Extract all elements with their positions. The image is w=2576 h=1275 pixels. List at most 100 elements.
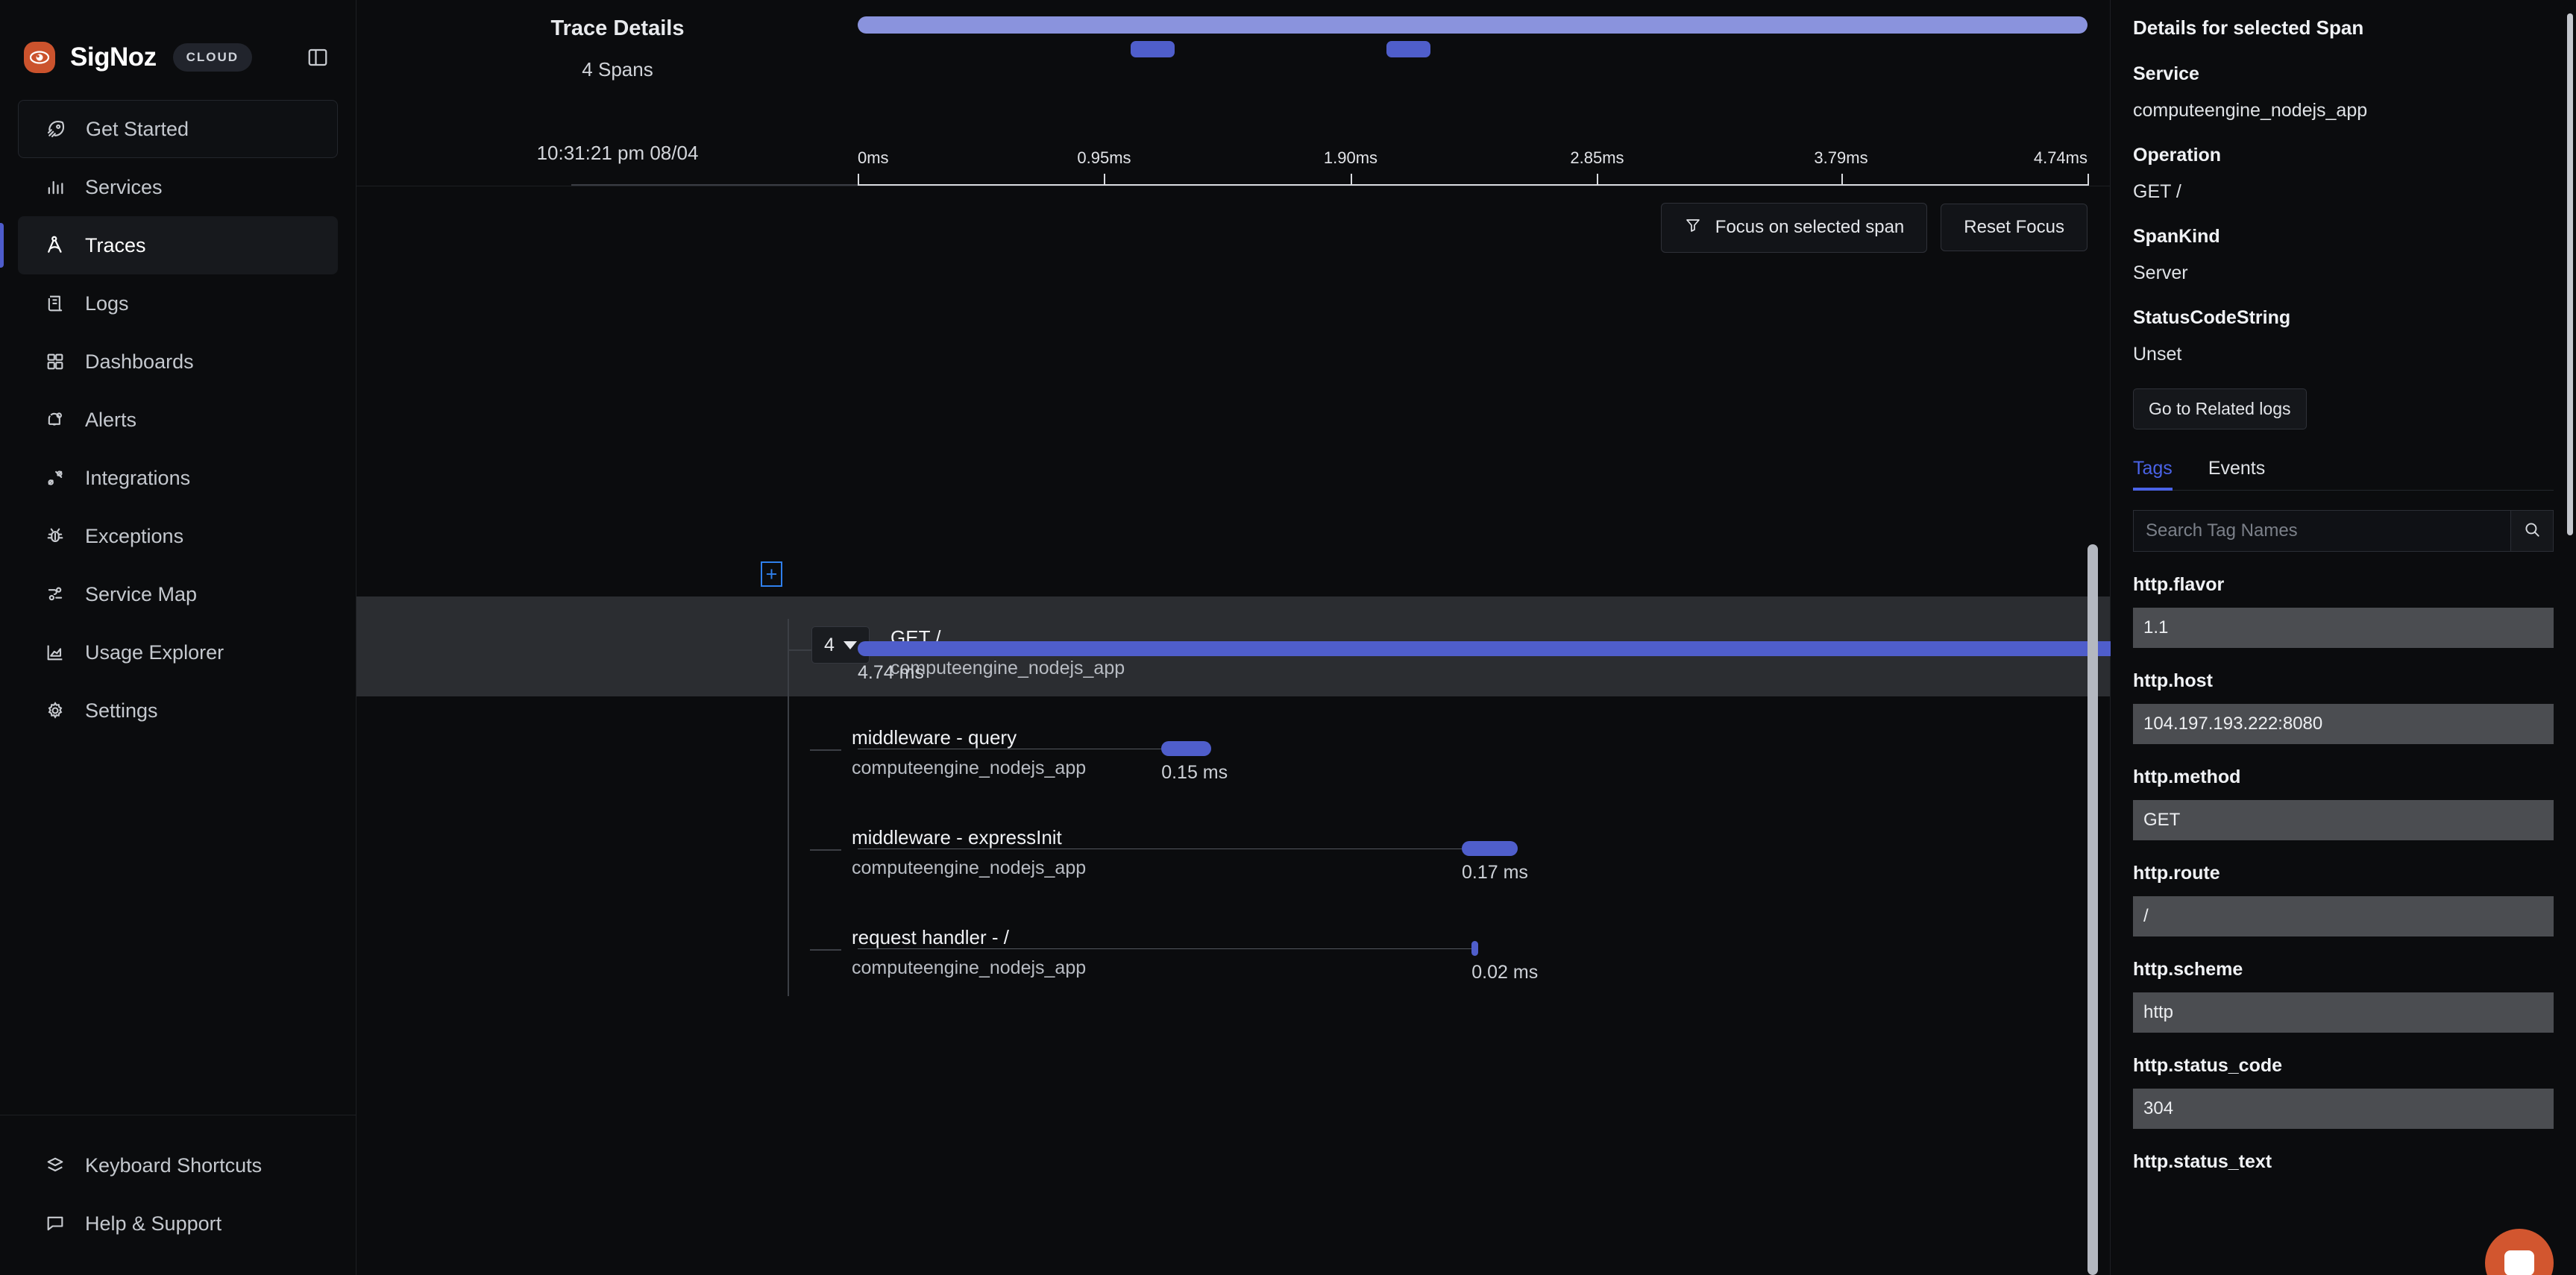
scroll-icon [42, 290, 69, 317]
tag-value: http [2133, 992, 2554, 1033]
sidebar-item-keyboard-shortcuts[interactable]: Keyboard Shortcuts [18, 1136, 338, 1194]
minimap-child-bar [1386, 41, 1431, 57]
span-row[interactable]: request handler - / computeengine_nodejs_… [356, 896, 2110, 996]
sidebar-item-alerts[interactable]: Alerts [18, 391, 338, 449]
trace-minimap[interactable] [858, 16, 2087, 76]
span-name: middleware - expressInit [852, 826, 1062, 849]
sidebar-item-integrations[interactable]: Integrations [18, 449, 338, 507]
tag-item: http.host 104.197.193.222:8080 [2133, 670, 2554, 744]
tag-item: http.scheme http [2133, 959, 2554, 1033]
span-row[interactable]: middleware - query computeengine_nodejs_a… [356, 696, 2110, 796]
ruler-tick-label: 1.90ms [1323, 148, 1378, 167]
sidebar-item-dashboards[interactable]: Dashboards [18, 333, 338, 391]
ruler-tick-mark [1104, 174, 1106, 186]
sidebar-item-label: Service Map [85, 582, 198, 605]
details-field-operation: Operation GET / [2133, 145, 2554, 203]
chat-icon [42, 1210, 69, 1237]
rocket-icon [43, 116, 69, 142]
filter-icon [1684, 216, 1702, 239]
ruler-tick-mark [2087, 174, 2089, 186]
sidebar-item-usage-explorer[interactable]: Usage Explorer [18, 623, 338, 681]
field-label: Operation [2133, 145, 2222, 166]
expand-all-button[interactable]: + [761, 561, 782, 587]
reset-button-label: Reset Focus [1964, 217, 2064, 237]
sidebar-item-get-started[interactable]: Get Started [18, 100, 338, 158]
sidebar-item-settings[interactable]: Settings [18, 681, 338, 740]
panel-collapse-icon[interactable] [304, 43, 332, 72]
cloud-badge: CLOUD [172, 43, 253, 72]
span-count: 4 Spans [582, 58, 653, 81]
search-tag-names-input[interactable] [2133, 510, 2510, 552]
focus-button-label: Focus on selected span [1715, 217, 1905, 237]
sidebar-item-label: Usage Explorer [85, 640, 224, 664]
tab-tags[interactable]: Tags [2133, 458, 2173, 491]
reset-focus-button[interactable]: Reset Focus [1941, 204, 2087, 251]
ruler-baseline [858, 184, 2087, 186]
tag-value: GET [2133, 800, 2554, 840]
sidebar-item-traces[interactable]: Traces [0, 216, 338, 274]
tag-item: http.status_text [2133, 1151, 2554, 1173]
bell-icon [42, 406, 69, 433]
sidebar-item-exceptions[interactable]: Exceptions [18, 507, 338, 565]
sidebar-item-label: Help & Support [85, 1212, 222, 1235]
ruler-tick-mark [1350, 174, 1352, 186]
tag-item: http.status_code 304 [2133, 1055, 2554, 1129]
span-name: middleware - query [852, 726, 1017, 749]
sidebar-item-label: Get Started [86, 117, 189, 140]
brand-header: SigNoz CLOUD [0, 0, 356, 82]
span-row[interactable]: 4 GET / computeengine_nodejs_app 4.74 ms [356, 596, 2422, 696]
compass-icon [42, 232, 69, 259]
span-row[interactable]: middleware - expressInit computeengine_no… [356, 796, 2110, 896]
tag-key: http.flavor [2133, 574, 2225, 595]
sidebar-item-logs[interactable]: Logs [18, 274, 338, 333]
tag-list: http.flavor 1.1 http.host 104.197.193.222:8… [2133, 574, 2554, 1173]
layers-icon [42, 1152, 69, 1179]
tree-rail [788, 696, 789, 796]
span-service-name: computeengine_nodejs_app [852, 857, 1087, 878]
field-value: Unset [2133, 344, 2182, 365]
tag-item: http.route / [2133, 863, 2554, 936]
chevron-down-icon [843, 640, 857, 649]
network-icon [42, 581, 69, 608]
focus-on-selected-span-button[interactable]: Focus on selected span [1660, 202, 1928, 253]
grid-icon [42, 348, 69, 375]
span-rows: 4 GET / computeengine_nodejs_app 4.74 ms mid… [356, 596, 2422, 996]
span-service-name: computeengine_nodejs_app [852, 758, 1087, 778]
trace-start-time: 10:31:21 pm 08/04 [536, 142, 699, 164]
ruler-tick-mark [1841, 174, 1843, 186]
plug-icon [42, 465, 69, 491]
details-title: Details for selected Span [2133, 16, 2364, 39]
details-vertical-scrollbar[interactable] [2567, 13, 2573, 535]
ruler-tick-mark [1597, 174, 1599, 186]
ruler-left-baseline [571, 184, 858, 186]
details-field-service: Service computeengine_nodejs_app [2133, 63, 2554, 122]
floating-action-button[interactable] [2485, 1229, 2554, 1275]
brand-name: SigNoz [70, 42, 157, 72]
child-count-value: 4 [824, 634, 835, 655]
sidebar: SigNoz CLOUD Get Started Services Traces… [0, 0, 356, 1275]
bug-icon [42, 523, 69, 550]
trace-header: Trace Details 4 Spans 10:31:21 pm 08/04 … [356, 0, 2110, 186]
sidebar-item-service-map[interactable]: Service Map [18, 565, 338, 623]
field-label: Service [2133, 63, 2199, 84]
tree-rail [788, 619, 789, 696]
sidebar-item-services[interactable]: Services [18, 158, 338, 216]
search-button[interactable] [2510, 510, 2554, 552]
main-vertical-scrollbar[interactable] [2087, 544, 2098, 1275]
go-to-related-logs-button[interactable]: Go to Related logs [2133, 388, 2307, 429]
tag-item: http.method GET [2133, 766, 2554, 840]
trace-main-panel: Trace Details 4 Spans 10:31:21 pm 08/04 … [356, 0, 2422, 1275]
span-duration-label: 0.02 ms [1471, 962, 1539, 983]
sidebar-item-help-support[interactable]: Help & Support [18, 1194, 338, 1253]
ruler-tick-label: 2.85ms [1570, 148, 1624, 167]
tree-connector [810, 949, 841, 951]
field-value: GET / [2133, 181, 2181, 202]
span-details-panel: Details for selected Span Service comput… [2111, 0, 2576, 1275]
tag-value: 104.197.193.222:8080 [2133, 704, 2554, 744]
span-duration-bar[interactable] [1471, 941, 1479, 956]
sidebar-item-label: Traces [85, 233, 146, 256]
span-duration-bar[interactable] [1161, 741, 1211, 756]
tab-events[interactable]: Events [2208, 458, 2265, 490]
span-duration-bar[interactable] [1461, 841, 1518, 856]
